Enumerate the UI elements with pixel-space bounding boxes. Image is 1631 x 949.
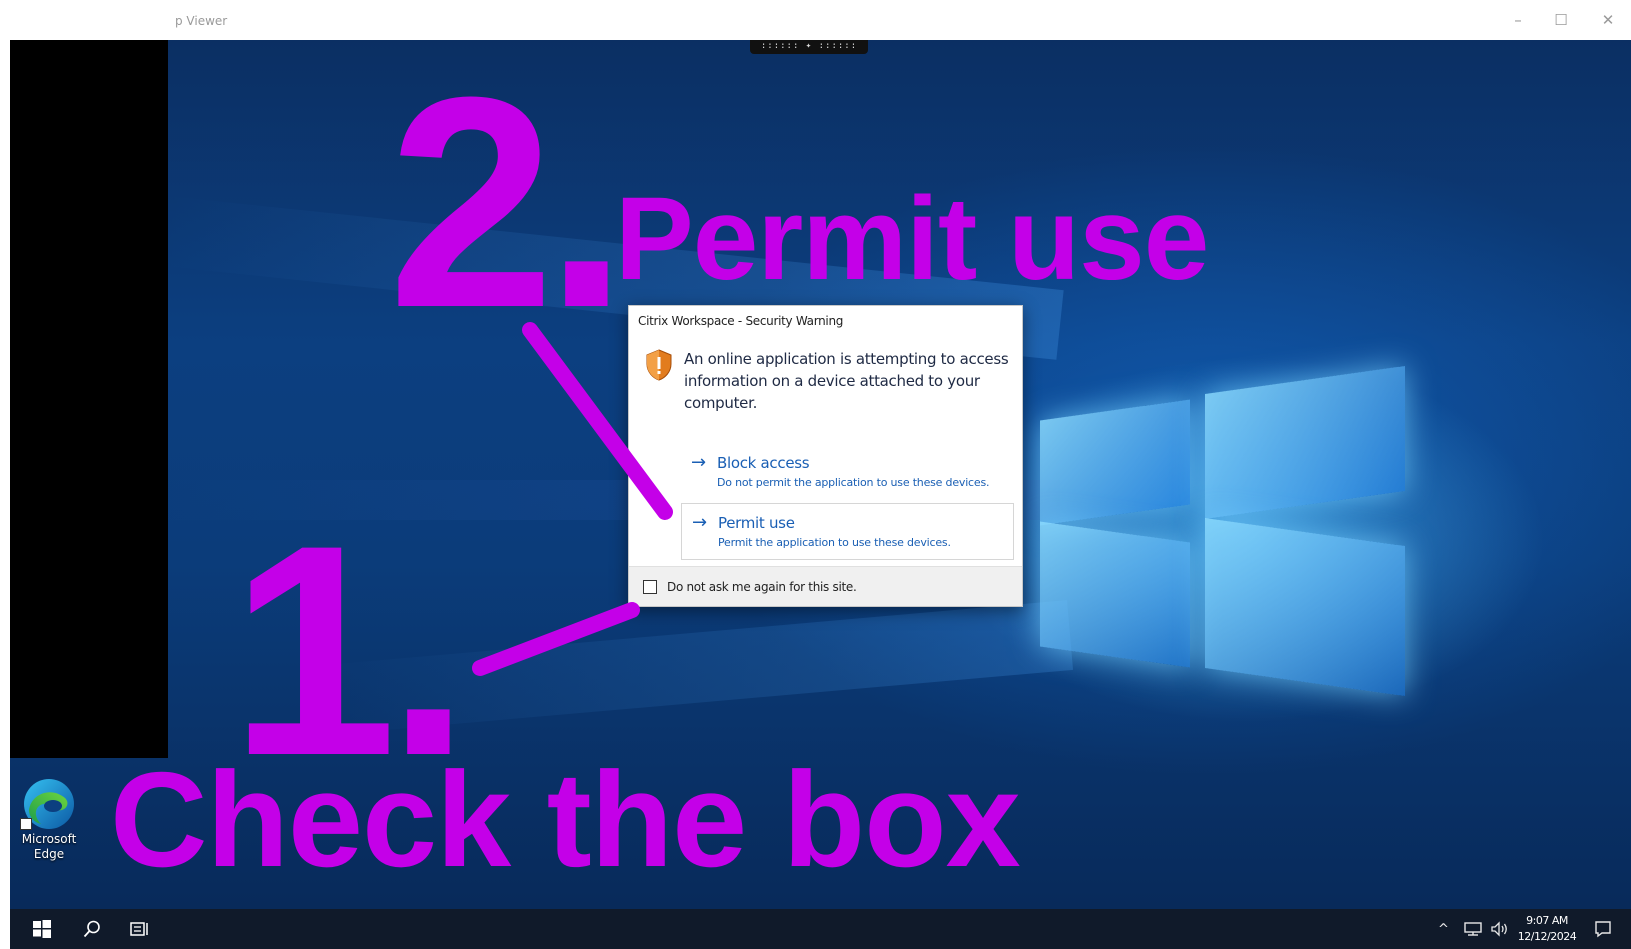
notification-center-button[interactable] [1594,909,1612,949]
volume-icon[interactable] [1490,909,1510,949]
dialog-title: Citrix Workspace - Security Warning [638,314,844,328]
maximize-button[interactable]: ☐ [1543,8,1579,32]
permit-use-option[interactable]: → Permit use Permit the application to u… [681,503,1014,560]
clock-date: 12/12/2024 [1517,930,1577,943]
show-hidden-icons-button[interactable]: ^ [1438,909,1449,949]
dialog-footer: Do not ask me again for this site. [629,566,1022,606]
black-overlay-panel [10,40,168,758]
windows-logo [1040,365,1420,740]
desktop-viewer-window: p Viewer – ☐ ✕ :::::: ✦ :::::: Citrix Wo… [0,0,1631,949]
network-icon[interactable] [1463,909,1483,949]
notification-icon [1595,921,1611,938]
logo-pane [1205,517,1405,697]
viewer-title: p Viewer [175,14,228,28]
minimize-button[interactable]: – [1500,8,1536,32]
taskbar: ^ 9:07 AM 12/12/2024 [10,909,1631,949]
clock[interactable]: 9:07 AM 12/12/2024 [1512,913,1582,945]
option-label: Permit use [718,514,795,532]
annotation-step-2-text: Permit use [615,173,1209,305]
security-warning-dialog: Citrix Workspace - Security Warning An o… [628,305,1023,607]
option-description: Permit the application to use these devi… [718,536,951,549]
shortcut-arrow-icon [20,818,32,830]
arrow-right-icon: → [692,512,708,533]
search-icon [83,920,100,938]
option-label: Block access [717,454,810,472]
connection-bar[interactable]: :::::: ✦ :::::: [750,40,868,54]
search-button[interactable] [72,909,112,949]
logo-pane [1040,399,1190,526]
shield-warning-icon [646,349,672,381]
task-view-icon [130,922,148,936]
desktop-icon-edge[interactable]: Microsoft Edge [14,776,100,872]
option-description: Do not permit the application to use the… [717,476,990,489]
dialog-message: An online application is attempting to a… [684,350,1009,412]
do-not-ask-checkbox[interactable] [643,580,657,594]
annotation-step-1-text: Check the box [110,744,1021,895]
task-view-button[interactable] [120,909,160,949]
close-button[interactable]: ✕ [1590,8,1626,32]
annotation-step-2-number: 2. [388,34,628,370]
start-button[interactable] [22,909,62,949]
arrow-right-icon: → [691,452,707,473]
checkbox-label[interactable]: Do not ask me again for this site. [667,580,857,594]
windows-start-icon [33,920,51,938]
desktop-icon-label: Microsoft Edge [21,832,77,861]
clock-time: 9:07 AM [1526,914,1568,927]
viewer-titlebar: p Viewer – ☐ ✕ [0,0,1631,40]
logo-pane [1205,365,1405,520]
block-access-option[interactable]: → Block access Do not permit the applica… [681,444,1014,501]
logo-pane [1040,521,1190,668]
